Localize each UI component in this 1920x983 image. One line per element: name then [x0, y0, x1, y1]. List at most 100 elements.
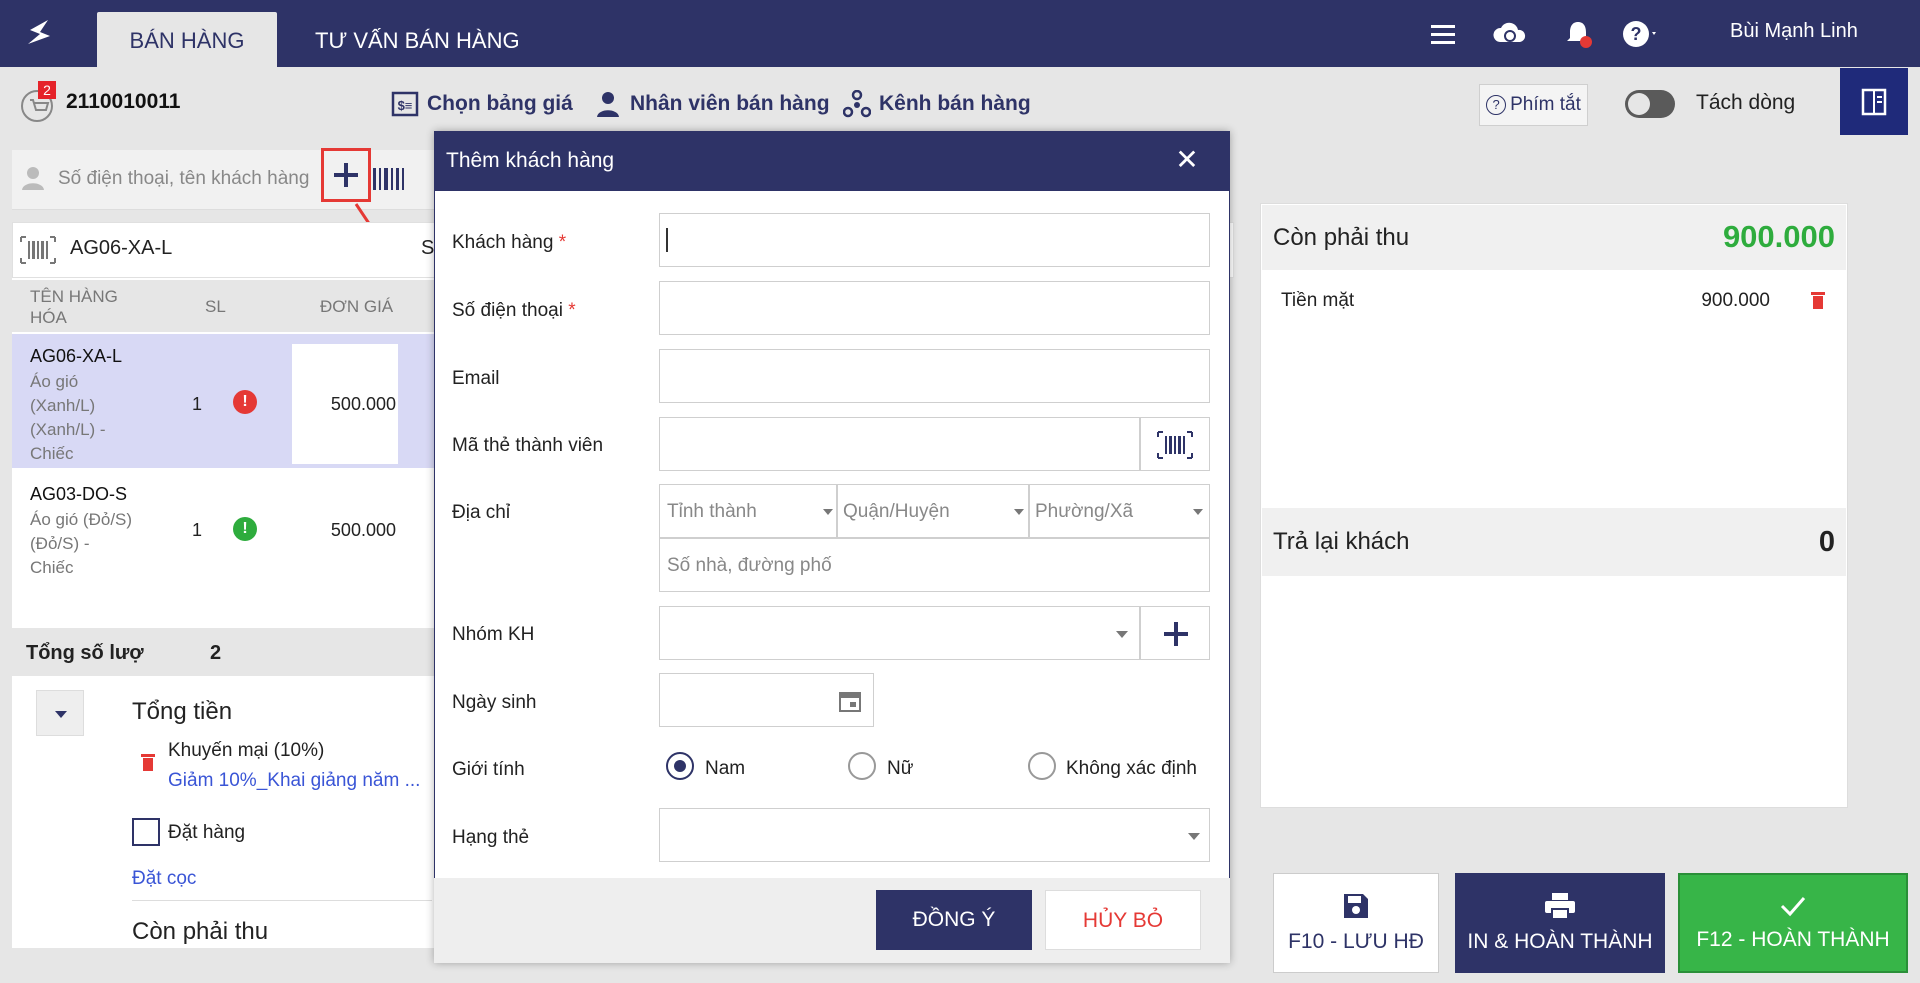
person-icon: [597, 92, 619, 117]
customer-name-input[interactable]: [659, 213, 1210, 267]
product-desc: Áo gió (Xanh/L) (Xanh/L) - Chiếc: [30, 372, 106, 463]
shortcut-button[interactable]: ? Phím tắt: [1479, 84, 1588, 126]
payment-title: Còn phải thu: [1273, 224, 1410, 251]
phone-label: Số điện thoại *: [452, 300, 576, 321]
price-list-label: Chọn bảng giá: [427, 92, 573, 115]
gender-label: Giới tính: [452, 759, 525, 780]
product-desc: Áo gió (Đỏ/S) (Đỏ/S) - Chiếc: [30, 510, 133, 577]
printer-icon: [1545, 893, 1575, 920]
finish-button[interactable]: F12 - HOÀN THÀNH: [1678, 873, 1908, 973]
finish-label: F12 - HOÀN THÀNH: [1696, 928, 1890, 951]
ward-placeholder: Phường/Xã: [1035, 501, 1134, 522]
return-title: Trả lại khách: [1273, 528, 1410, 555]
trash-icon[interactable]: [1810, 290, 1826, 310]
gender-female-label: Nữ: [887, 758, 914, 779]
product-price[interactable]: 500.000: [292, 520, 396, 541]
cash-value[interactable]: 900.000: [1640, 290, 1770, 312]
save-invoice-button[interactable]: F10 - LƯU HĐ: [1273, 873, 1439, 973]
customer-search-input[interactable]: Số điện thoại, tên khách hàng: [58, 168, 309, 190]
print-and-finish-button[interactable]: IN & HOÀN THÀNH: [1455, 873, 1665, 973]
stock-ok-icon[interactable]: !: [233, 517, 257, 541]
card-rank-select[interactable]: [659, 808, 1210, 862]
ward-select[interactable]: Phường/Xã: [1029, 484, 1210, 538]
collapse-button[interactable]: [36, 690, 84, 736]
gender-female-radio[interactable]: [848, 752, 876, 780]
price-list-button[interactable]: $≡ Chọn bảng giá: [391, 88, 573, 120]
text-cursor: [666, 228, 668, 252]
dialog-title: Thêm khách hàng: [446, 149, 615, 172]
notes-panel-button[interactable]: [1840, 68, 1908, 135]
print-and-finish-label: IN & HOÀN THÀNH: [1467, 930, 1653, 953]
product-code: AG03-DO-S: [30, 484, 128, 504]
order-label: Đặt hàng: [168, 822, 246, 843]
birthday-input[interactable]: [659, 673, 874, 727]
order-checkbox[interactable]: [132, 818, 160, 846]
bell-icon[interactable]: [1558, 14, 1598, 54]
user-name[interactable]: Bùi Mạnh Linh: [1730, 20, 1858, 43]
cloud-sync-icon[interactable]: [1490, 14, 1530, 54]
help-icon[interactable]: ?: [1618, 14, 1658, 54]
return-amount: 0: [1818, 526, 1835, 558]
chevron-down-icon: [1188, 833, 1200, 840]
col-product-name: TÊN HÀNG HÓA: [30, 287, 118, 327]
check-icon: [1780, 897, 1806, 917]
trash-icon[interactable]: [140, 752, 156, 772]
stock-warning-icon[interactable]: !: [233, 390, 257, 414]
product-qty[interactable]: 1: [192, 394, 202, 415]
gender-unknown-radio[interactable]: [1028, 752, 1056, 780]
promo-link[interactable]: Giảm 10%_Khai giảng năm ...: [168, 770, 420, 792]
province-select[interactable]: Tỉnh thành: [659, 484, 837, 538]
district-placeholder: Quận/Huyện: [843, 501, 950, 522]
shortcut-label: Phím tắt: [1510, 94, 1581, 115]
tab-tu-van-ban-hang[interactable]: TƯ VẤN BÁN HÀNG: [280, 12, 555, 67]
add-group-button[interactable]: [1140, 606, 1210, 660]
cancel-button[interactable]: HỦY BỎ: [1045, 890, 1201, 950]
chevron-down-icon: [1014, 509, 1024, 515]
gender-unknown-label: Không xác định: [1066, 758, 1197, 779]
gender-male-radio[interactable]: [666, 752, 694, 780]
tab-ban-hang[interactable]: BÁN HÀNG: [97, 12, 277, 67]
close-icon[interactable]: ✕: [1172, 145, 1202, 175]
product-search-input[interactable]: AG06-XA-L: [70, 237, 172, 260]
col-unit-price: ĐƠN GIÁ: [320, 297, 394, 316]
phone-input[interactable]: [659, 281, 1210, 335]
street-input[interactable]: Số nhà, đường phố: [659, 538, 1210, 592]
split-line-toggle[interactable]: [1625, 90, 1675, 118]
calendar-icon[interactable]: [838, 689, 862, 713]
sales-staff-label: Nhân viên bán hàng: [630, 92, 830, 115]
customer-group-select[interactable]: [659, 606, 1140, 660]
plus-icon: [1164, 622, 1188, 646]
barcode-icon: [1157, 431, 1193, 459]
add-customer-button[interactable]: [321, 148, 371, 202]
save-invoice-label: F10 - LƯU HĐ: [1288, 930, 1424, 953]
product-price[interactable]: 500.000: [292, 394, 398, 415]
plus-icon: [334, 163, 358, 187]
chevron-down-icon: [823, 509, 833, 515]
sales-staff-button[interactable]: Nhân viên bán hàng: [594, 88, 830, 120]
birthday-label: Ngày sinh: [452, 692, 537, 713]
menu-icon[interactable]: [1423, 14, 1463, 54]
payment-amount: 900.000: [1722, 219, 1835, 254]
invoice-code[interactable]: 2110010011: [66, 90, 180, 114]
email-input[interactable]: [659, 349, 1210, 403]
email-label: Email: [452, 368, 500, 389]
barcode-icon: [20, 236, 56, 264]
customer-name-label: Khách hàng *: [452, 232, 567, 253]
barcode-scan-button[interactable]: [1140, 417, 1210, 471]
app-logo-icon[interactable]: [18, 14, 62, 54]
sales-channel-button[interactable]: Kênh bán hàng: [843, 88, 1031, 120]
barcode-scan-icon[interactable]: [372, 166, 408, 192]
deposit-link[interactable]: Đặt cọc: [132, 868, 196, 890]
remaining-label: Còn phải thu: [132, 918, 269, 945]
network-icon: [843, 90, 871, 118]
confirm-button[interactable]: ĐỒNG Ý: [876, 890, 1032, 950]
cash-label: Tiền mặt: [1281, 290, 1355, 311]
total-qty-value: 2: [210, 642, 222, 664]
district-select[interactable]: Quận/Huyện: [837, 484, 1029, 538]
promo-label: Khuyến mại (10%): [168, 740, 325, 761]
product-qty[interactable]: 1: [192, 520, 202, 541]
gender-male-label: Nam: [705, 758, 746, 779]
total-money-label: Tổng tiền: [132, 698, 233, 725]
product-code: AG06-XA-L: [30, 346, 123, 366]
member-card-input[interactable]: [659, 417, 1140, 471]
